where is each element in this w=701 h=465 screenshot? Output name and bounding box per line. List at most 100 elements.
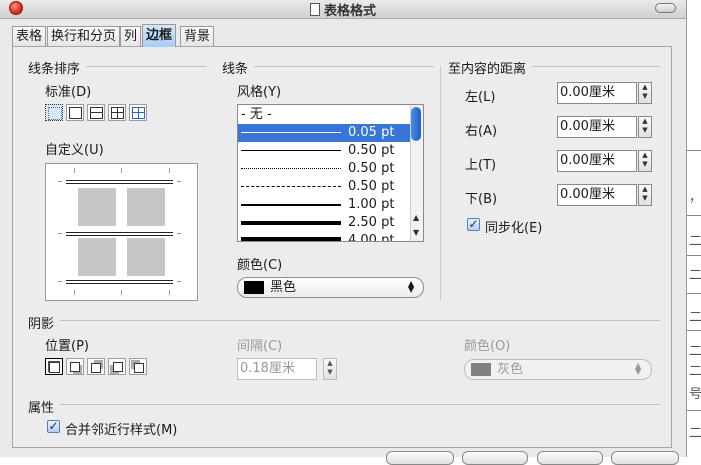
document-text: 二 [689,268,701,283]
style-width-label: 2.50 pt [348,215,395,230]
tab-table[interactable]: 表格 [12,26,47,47]
popup-arrows-icon: ▲ ▼ [635,361,642,376]
style-width-label: 0.50 pt [348,161,395,176]
outer-border-icon [69,107,82,119]
top-spacing-label: 上(T) [465,158,497,173]
line-sample [241,186,341,187]
preview-cell [78,238,116,276]
shadow-top-right-option[interactable] [87,358,105,375]
list-item[interactable]: - 无 - [238,106,410,124]
shadow-position-label: 位置(P) [45,339,89,354]
preset-outer-border[interactable] [66,104,84,121]
sync-checkbox[interactable]: ✓ [467,218,480,231]
dialog-button[interactable] [386,451,454,465]
list-item[interactable]: 1.00 pt [238,196,410,214]
line-sample [241,150,341,151]
toolbar-toggle-icon[interactable] [655,3,676,13]
line-style-list[interactable]: - 无 - 0.05 pt 0.50 pt 0.50 pt 0.50 pt 1.… [237,104,424,242]
shadow-bottom-right-icon [70,362,80,372]
shadow-color-label: 颜色(O) [464,339,511,354]
line-color-popup[interactable]: 黑色 ▲ ▼ [237,277,424,298]
divider [254,66,434,67]
bottom-spacing-field[interactable]: 0.00厘米 [557,184,637,206]
merge-adjacent-checkbox[interactable]: ✓ [47,420,60,433]
list-item[interactable]: 2.50 pt [238,214,410,232]
document-rule [687,215,701,216]
shadow-none-icon [49,362,60,373]
left-spacing-label: 左(L) [465,90,496,105]
guide-tick [58,181,62,182]
document-rule [687,330,701,331]
shadow-distance-stepper[interactable]: ▲ ▼ [323,358,337,380]
table-format-dialog: 表格格式 表格 换行和分页 列 背景 边框 线条排序 标准(D) 自定义(U) [0,0,687,465]
list-item[interactable]: 0.50 pt [238,178,410,196]
preview-line [66,235,173,236]
sync-label: 同步化(E) [485,221,543,236]
dialog-button[interactable] [537,451,603,465]
document-text: ， [689,190,701,205]
style-none-label: - 无 - [241,107,272,122]
guide-tick [177,233,181,234]
preview-line [66,283,173,284]
shadow-top-left-icon [134,363,144,373]
top-spacing-field[interactable]: 0.00厘米 [557,150,637,172]
shadow-bottom-left-option[interactable] [108,358,126,375]
left-spacing-field[interactable]: 0.00厘米 [557,82,637,104]
document-text: 二 [689,310,701,325]
standard-label: 标准(D) [45,85,92,100]
user-defined-border-preview[interactable] [45,163,198,301]
shadow-color-popup[interactable]: 灰色 ▲ ▼ [464,359,652,380]
shadow-bottom-left-icon [113,362,123,372]
dialog-button[interactable] [611,451,679,465]
tab-columns[interactable]: 列 [120,26,142,47]
style-width-label: 4.00 pt [348,233,395,242]
list-item[interactable]: 4.00 pt [238,232,410,242]
list-item[interactable]: 0.05 pt [238,124,410,142]
shadow-bottom-right-option[interactable] [66,358,84,375]
preview-line [66,232,173,233]
list-item[interactable]: 0.50 pt [238,142,410,160]
document-rule [687,150,701,151]
style-width-label: 0.50 pt [348,179,395,194]
shadow-distance-label: 间隔(C) [237,339,283,354]
guide-tick [74,168,75,173]
divider [531,66,661,67]
color-swatch [471,363,491,376]
line-heading: 线条 [222,62,249,77]
guide-tick [177,281,181,282]
tab-text-flow[interactable]: 换行和分页 [47,26,121,47]
line-sample [241,221,341,225]
shadow-top-left-option[interactable] [129,358,147,375]
scroll-thumb[interactable] [411,107,421,141]
line-arrangement-heading: 线条排序 [28,62,81,77]
divider [86,66,206,67]
preset-no-borders[interactable] [45,104,63,121]
list-item[interactable]: 0.50 pt [238,160,410,178]
style-label: 风格(Y) [237,85,282,100]
divider [440,66,441,300]
left-spacing-stepper[interactable]: ▲ ▼ [638,82,652,104]
tab-background[interactable]: 背景 [180,26,215,47]
preview-cell [127,238,165,276]
shadow-distance-field[interactable]: 0.18厘米 [237,358,317,380]
line-color-value: 黑色 [270,280,297,295]
merge-adjacent-label: 合并邻近行样式(M) [65,423,178,438]
tab-borders[interactable]: 边框 [142,24,177,47]
top-spacing-stepper[interactable]: ▲ ▼ [638,150,652,172]
outer-and-horizontal-icon [90,107,103,119]
scroll-up-icon[interactable]: ▲ [413,213,419,222]
preset-outer-horizontal[interactable] [87,104,105,121]
preset-outer-all-inner[interactable] [108,104,126,121]
style-width-label: 0.05 pt [348,125,395,140]
style-width-label: 1.00 pt [348,197,395,212]
shadow-none-option[interactable] [45,358,63,375]
document-text: 二 [689,344,701,359]
divider [60,404,660,405]
preview-cell [127,188,165,226]
scroll-down-icon[interactable]: ▼ [413,228,419,237]
right-spacing-stepper[interactable]: ▲ ▼ [638,116,652,138]
dialog-button[interactable] [462,451,528,465]
preset-outer-keep-inner[interactable] [129,104,147,121]
bottom-spacing-stepper[interactable]: ▲ ▼ [638,184,652,206]
right-spacing-field[interactable]: 0.00厘米 [557,116,637,138]
